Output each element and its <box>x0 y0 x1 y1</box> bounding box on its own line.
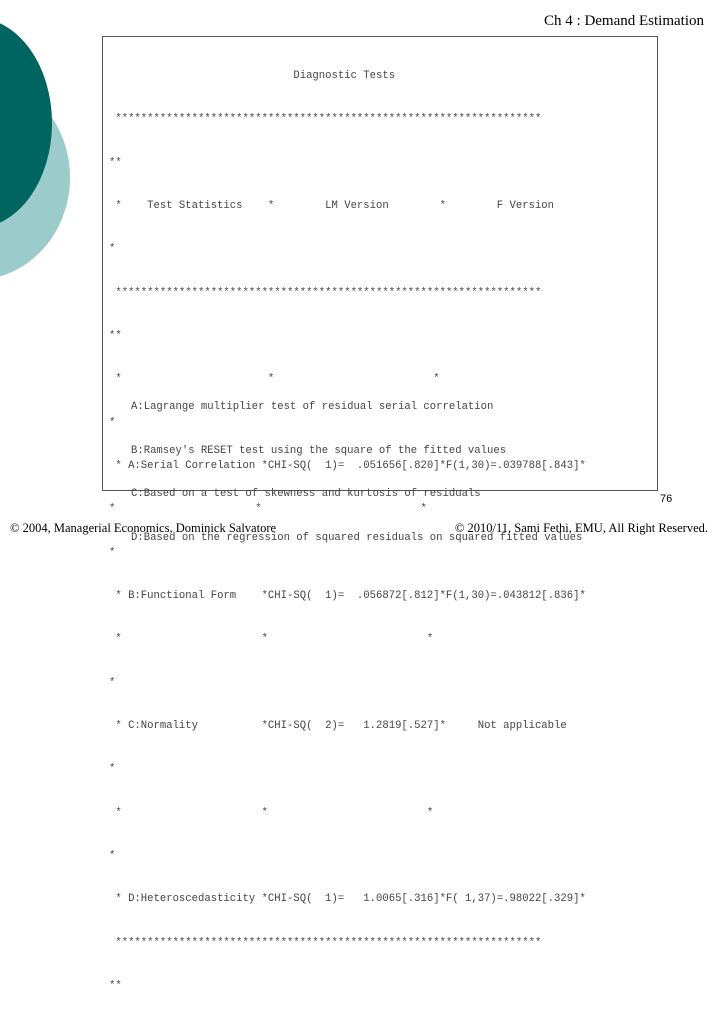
output-line: * Test Statistics * LM Version * F Versi… <box>109 199 555 212</box>
slide-title: Ch 4 : Demand Estimation <box>544 13 704 29</box>
test-notes: A:Lagrange multiplier test of residual s… <box>131 371 582 574</box>
note-line: A:Lagrange multiplier test of residual s… <box>131 401 494 413</box>
output-line: Diagnostic Tests <box>109 69 396 82</box>
output-line: ****************************************… <box>109 286 542 299</box>
footer-copyright-left: © 2004, Managerial Economics, Dominick S… <box>10 521 277 535</box>
output-line: * * * <box>109 633 434 646</box>
page-number: 76 <box>660 493 673 505</box>
output-line: ** <box>109 980 122 993</box>
output-line: * <box>109 850 116 863</box>
footer-copyright-right: © 2010/11, Sami Fethi, EMU, All Right Re… <box>454 521 708 535</box>
output-line: * C:Normality *CHI-SQ( 2)= 1.2819[.527]*… <box>109 720 567 733</box>
output-line: ****************************************… <box>109 936 542 949</box>
output-line: * <box>109 676 116 689</box>
note-line: B:Ramsey's RESET test using the square o… <box>131 444 507 457</box>
output-line: ** <box>109 156 122 169</box>
output-line: * * * <box>109 806 434 819</box>
output-line: * B:Functional Form *CHI-SQ( 1)= .056872… <box>109 590 586 603</box>
note-line: C:Based on a test of skewness and kurtos… <box>131 488 481 500</box>
output-line: * D:Heteroscedasticity *CHI-SQ( 1)= 1.00… <box>109 893 586 906</box>
output-line: ** <box>109 329 122 342</box>
output-line: ****************************************… <box>109 113 542 126</box>
output-line: * <box>109 763 116 776</box>
diagnostic-tests-output: Diagnostic Tests ***********************… <box>102 36 658 992</box>
output-line: * <box>109 243 116 256</box>
